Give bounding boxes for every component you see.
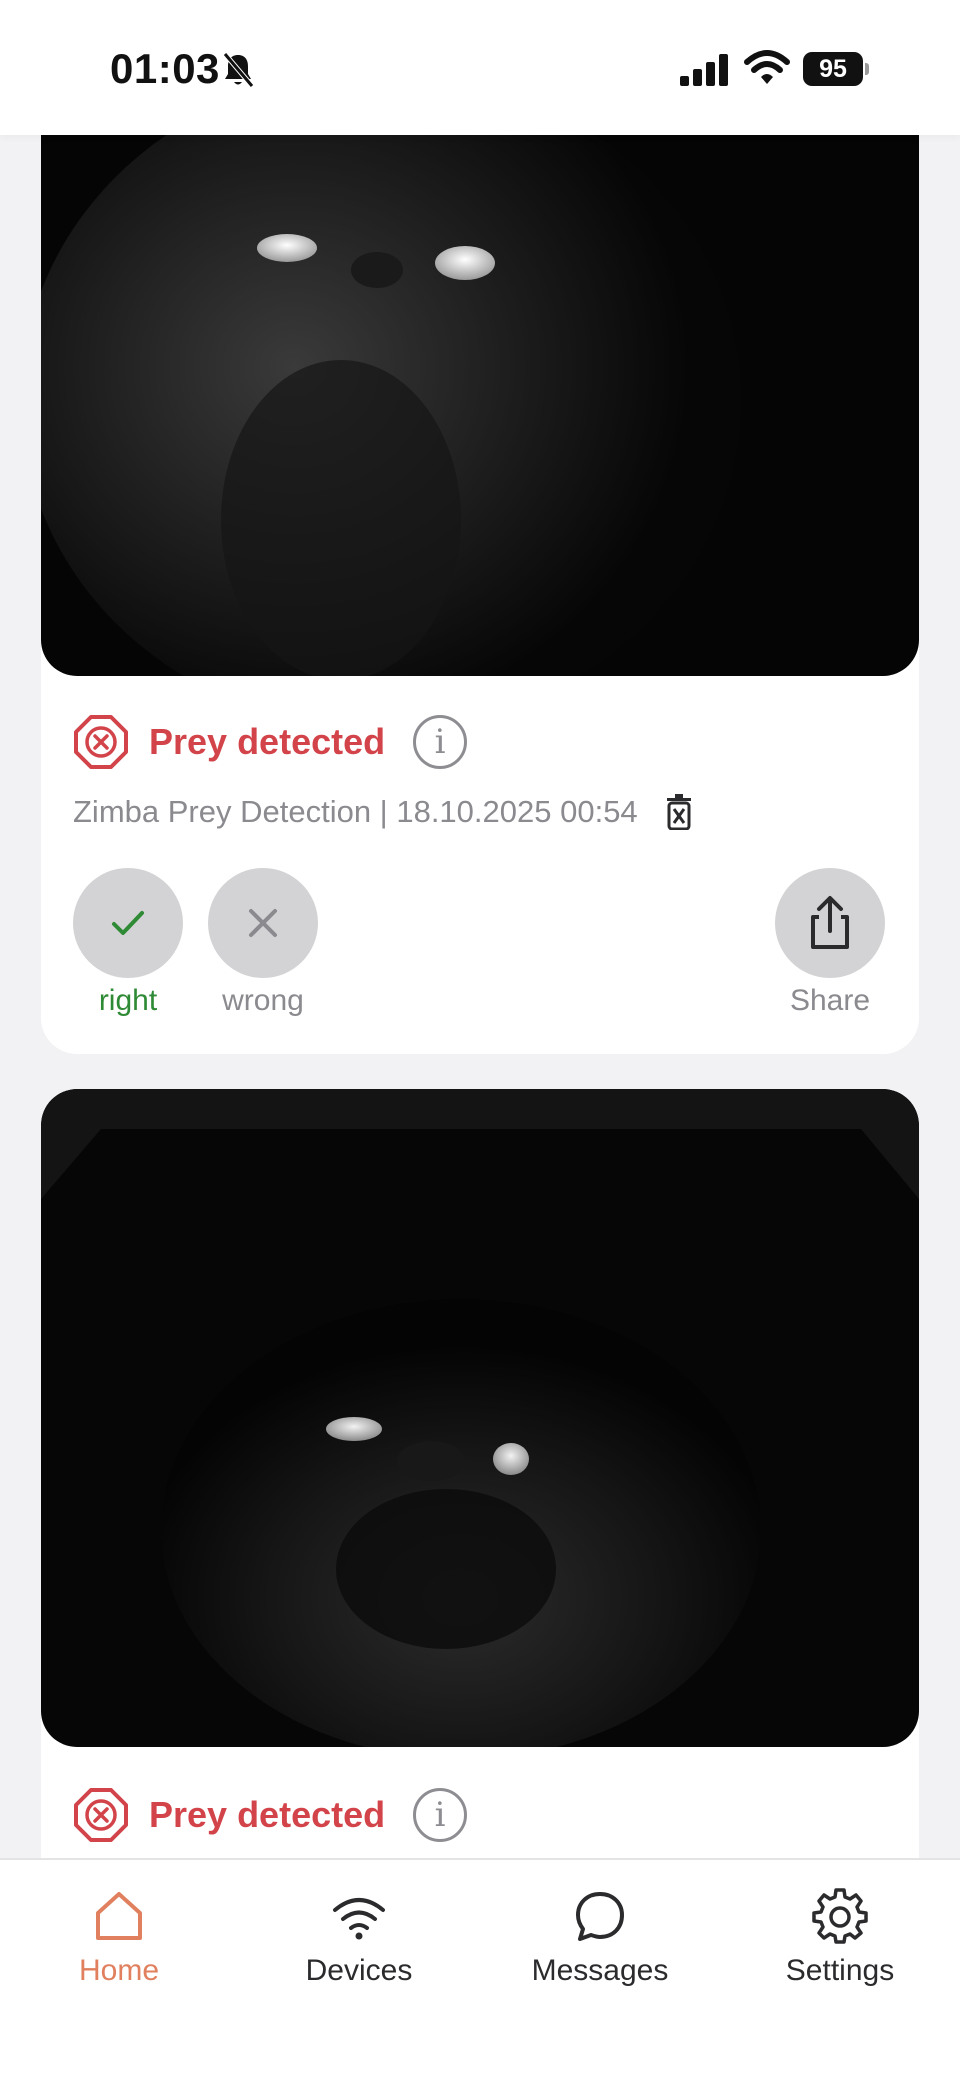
wifi-icon (333, 1898, 385, 1940)
detection-meta-row: Zimba Prey Detection | 18.10.2025 00:54 (73, 790, 694, 834)
home-icon (96, 1892, 142, 1940)
prey-alert-icon (74, 715, 128, 769)
tab-messages-label: Messages (531, 1954, 669, 1987)
mark-wrong-label: wrong (222, 984, 304, 1017)
detection-result-label: Prey detected (149, 1794, 386, 1835)
battery-indicator: 95 (803, 52, 869, 86)
detection-card: Prey detected i (41, 1089, 919, 1989)
detection-result-row: Prey detected i (73, 1785, 468, 1845)
gear-icon (812, 1888, 868, 1944)
info-button[interactable]: i (413, 715, 468, 769)
battery-tip (865, 63, 869, 75)
checkmark-icon (112, 911, 144, 935)
share-icon (811, 896, 849, 949)
tab-messages[interactable]: Messages (500, 1888, 700, 1988)
mark-wrong-button[interactable] (208, 868, 318, 978)
share-button[interactable] (775, 868, 885, 978)
mark-right-button[interactable] (73, 868, 183, 978)
tab-settings[interactable]: Settings (740, 1888, 940, 1988)
battery-level: 95 (803, 52, 863, 86)
detection-result-label: Prey detected (149, 721, 386, 762)
info-button[interactable]: i (413, 1788, 468, 1842)
tab-settings-label: Settings (785, 1954, 895, 1987)
close-icon (249, 909, 277, 937)
status-time: 01:03 (110, 45, 220, 92)
detection-result-row: Prey detected i (73, 712, 468, 772)
mark-right-label: right (98, 984, 158, 1017)
detection-meta: Zimba Prey Detection | 18.10.2025 00:54 (73, 794, 638, 829)
tab-devices[interactable]: Devices (259, 1888, 459, 1988)
detection-photo[interactable] (41, 100, 919, 676)
trash-icon[interactable] (664, 794, 694, 830)
prey-alert-icon (74, 1788, 128, 1842)
tab-home-label: Home (78, 1954, 160, 1987)
tab-home[interactable]: Home (19, 1888, 219, 1988)
wifi-status-icon (744, 50, 790, 84)
share-label: Share (789, 984, 871, 1017)
app-screen: 01:03 95 Prey detected i Zimba Prey Dete… (0, 0, 960, 2079)
bell-slash-icon (223, 52, 254, 88)
status-bar: 01:03 95 (0, 0, 960, 135)
detection-photo[interactable] (41, 1089, 919, 1747)
chat-bubble-icon (576, 1892, 624, 1941)
detection-card: Prey detected i Zimba Prey Detection | 1… (41, 100, 919, 1054)
cellular-signal-icon (680, 54, 728, 86)
tab-devices-label: Devices (305, 1954, 413, 1987)
bottom-tab-bar: Home Devices Messages Settings (0, 1858, 960, 2079)
